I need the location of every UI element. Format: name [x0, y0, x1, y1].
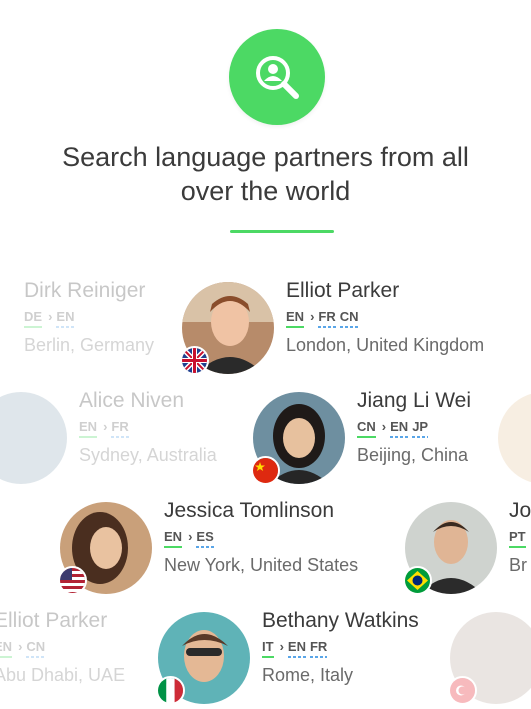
native-language: DE	[24, 309, 43, 328]
partner-name: Alice Niven	[79, 389, 185, 412]
native-language: EN	[0, 639, 13, 658]
arrow-right-icon: ›	[279, 639, 284, 654]
arrow-right-icon: ›	[18, 639, 23, 654]
native-language: EN	[286, 309, 305, 328]
uk-flag-icon	[180, 346, 209, 375]
tr-flag-icon	[448, 676, 477, 705]
language-pair: IT › EN FR	[262, 639, 419, 661]
native-language: EN	[164, 529, 183, 548]
partner-location: Beijing, China	[357, 445, 469, 465]
learning-language: CN	[339, 309, 359, 328]
partner-name: Jo	[509, 499, 531, 522]
learning-language: FR	[111, 419, 130, 438]
learning-language: EN	[56, 309, 75, 328]
arrow-right-icon: ›	[310, 309, 315, 324]
avatar	[498, 392, 531, 484]
language-pair: DE › EN	[24, 309, 154, 331]
native-language: EN	[79, 419, 98, 438]
partner-name: Elliot Parker	[286, 279, 400, 302]
learning-language: FR	[309, 639, 328, 658]
it-flag-icon	[156, 676, 185, 705]
partner-name: Jessica Tomlinson	[164, 499, 335, 522]
partner-name: Jiang Li Wei	[357, 389, 472, 412]
partner-location: Br	[509, 555, 527, 575]
arrow-right-icon: ›	[188, 529, 193, 544]
partner-location: Berlin, Germany	[24, 335, 155, 355]
partner-location: Sydney, Australia	[79, 445, 217, 465]
partner-location: Abu Dhabi, UAE	[0, 665, 126, 685]
language-pair: EN › FR	[79, 419, 217, 441]
learning-language: FR	[318, 309, 337, 328]
arrow-right-icon: ›	[48, 309, 53, 324]
native-language: CN	[357, 419, 376, 438]
avatar	[0, 392, 67, 484]
learning-language: ES	[196, 529, 215, 548]
cn-flag-icon	[251, 456, 280, 485]
language-pair: EN › ES	[164, 529, 358, 551]
us-flag-icon	[58, 566, 87, 595]
partner-location: London, United Kingdom	[286, 335, 485, 355]
partner-name: Dirk Reiniger	[24, 279, 146, 302]
native-language: PT	[509, 529, 526, 548]
partner-name: Elliot Parker	[0, 609, 108, 632]
learning-language: JP	[412, 419, 428, 438]
language-pair: EN › CN	[0, 639, 125, 661]
language-pair: CN › EN JP	[357, 419, 471, 441]
arrow-right-icon: ›	[103, 419, 108, 434]
language-pair: EN › FR CN	[286, 309, 484, 331]
learning-language: EN	[287, 639, 307, 658]
learning-language: CN	[26, 639, 45, 658]
arrow-right-icon: ›	[381, 419, 387, 434]
partner-location: Rome, Italy	[262, 665, 354, 685]
language-pair: PT	[509, 529, 531, 551]
partner-location: New York, United States	[164, 555, 359, 575]
partner-name: Bethany Watkins	[262, 609, 419, 632]
learning-language: EN	[390, 419, 409, 438]
native-language: IT	[262, 639, 274, 658]
partner-carousel[interactable]: Dirk Reiniger DE › EN Berlin, Germany El…	[0, 0, 531, 709]
br-flag-icon	[403, 566, 432, 595]
